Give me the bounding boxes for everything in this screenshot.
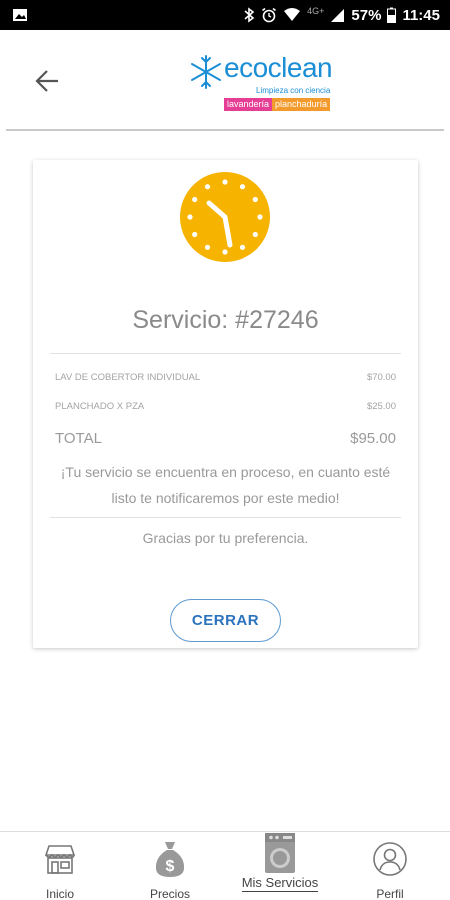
store-icon [44,845,76,874]
status-time: 11:45 [402,6,440,24]
total-row: TOTAL $95.00 [55,430,396,447]
app-header: ecoclean Limpieza con ciencia lavandería… [0,30,450,130]
user-icon [373,842,407,876]
nav-item-inicio[interactable]: Inicio [20,832,100,900]
status-right: 4G+ 57% 11:45 [243,6,440,24]
service-item-row: LAV DE COBERTOR INDIVIDUAL $70.00 [55,372,396,383]
bluetooth-icon [244,7,255,23]
service-item-price: $25.00 [366,401,396,412]
logo-tag-right: planchaduría [272,98,331,111]
status-message: ¡Tu servicio se encuentra en proceso, en… [60,464,391,506]
header-divider [6,129,444,131]
logo-tagline: lavandería planchaduría [224,98,331,111]
service-item-name: PLANCHADO X PZA [55,401,145,412]
nav-item-precios[interactable]: $ Precios [130,832,210,900]
arrow-left-icon [35,70,58,92]
nav-label: Inicio [45,887,74,900]
clock-icon [180,172,270,262]
close-button[interactable]: CERRAR [170,599,281,642]
divider-top [50,353,401,354]
bottom-nav: Inicio $ Precios Mis Servicios Perfil [0,831,450,900]
nav-label: Mis Servicios [241,875,319,892]
nav-item-mis-servicios[interactable]: Mis Servicios [230,832,330,900]
signal-icon [331,9,345,22]
nav-item-perfil[interactable]: Perfil [350,832,430,900]
service-item-row: PLANCHADO X PZA $25.00 [55,401,396,412]
logo-name: ecoclean [224,52,333,83]
image-icon [13,9,27,21]
divider-bottom [50,517,401,518]
status-bar: 4G+ 57% 11:45 [0,0,450,30]
wifi-icon [284,8,301,21]
total-label: TOTAL [55,430,102,447]
service-card: Servicio: #27246 LAV DE COBERTOR INDIVID… [33,160,418,648]
status-left [12,7,28,23]
money-bag-icon: $ [155,842,185,877]
service-item-name: LAV DE COBERTOR INDIVIDUAL [55,372,201,383]
svg-text:$: $ [166,858,175,875]
logo-tag-left: lavandería [224,98,273,111]
logo-subtitle: Limpieza con ciencia [256,86,331,95]
nav-label: Perfil [376,887,404,900]
battery-icon [387,7,397,23]
service-item-price: $70.00 [366,372,396,383]
alarm-icon [262,7,277,23]
back-button[interactable] [28,62,66,100]
snowflake-icon [191,55,221,89]
nav-label: Precios [149,887,190,900]
thanks-message: Gracias por tu preferencia. [142,530,309,546]
ecoclean-logo: ecoclean Limpieza con ciencia lavandería… [190,48,340,128]
washing-machine-icon [265,833,295,873]
network-type: 4G+ [307,6,325,16]
service-title: Servicio: #27246 [132,306,319,334]
total-value: $95.00 [350,430,396,447]
battery-percent: 57% [351,6,382,24]
